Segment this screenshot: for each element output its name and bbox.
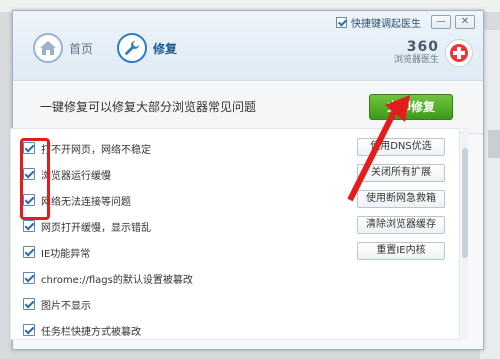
issue-checkbox[interactable] [23, 298, 35, 310]
issue-checkbox[interactable] [23, 194, 35, 206]
brand-logo: 360 浏览器医生 [394, 39, 473, 67]
issue-fix-button[interactable]: 清除浏览器缓存 [357, 216, 445, 234]
repair-description: 一键修复可以修复大部分浏览器常见问题 [40, 100, 257, 114]
issue-checkbox[interactable] [23, 168, 35, 180]
issue-checkbox[interactable] [23, 246, 35, 258]
repair-action-row: 一键修复可以修复大部分浏览器常见问题 立即修复 [13, 82, 483, 134]
wrench-icon [117, 33, 147, 63]
issue-row: chrome://flags的默认设置被篡改 [11, 265, 451, 291]
issue-fix-button[interactable]: 关闭所有扩展 [357, 164, 445, 182]
issue-label: 网页打开缓慢，显示错乱 [41, 223, 151, 234]
hotkey-checkbox[interactable] [336, 16, 347, 28]
issue-row: 打不开网页，网络不稳定 使用DNS优选 [11, 135, 451, 161]
issue-label: chrome://flags的默认设置被篡改 [41, 275, 193, 286]
issue-checkbox[interactable] [23, 324, 35, 336]
nav-repair-label: 修复 [153, 41, 178, 56]
issue-label: IE功能异常 [41, 249, 91, 260]
issue-row: IE功能异常 重置IE内核 [11, 239, 451, 265]
minimize-button[interactable]: — [431, 15, 451, 29]
issue-row: 任务栏快捷方式被篡改 [11, 317, 451, 339]
issue-checkbox[interactable] [23, 220, 35, 232]
issue-label: 浏览器运行缓慢 [41, 171, 111, 182]
issue-label: 打不开网页，网络不稳定 [41, 145, 151, 156]
issue-row: 网页打开缓慢，显示错乱 清除浏览器缓存 [11, 213, 451, 239]
title-bar-controls: 快捷键调起医生 — ✕ [336, 13, 475, 31]
issue-fix-button[interactable]: 使用DNS优选 [357, 138, 445, 156]
issue-fix-button[interactable]: 重置IE内核 [357, 242, 445, 260]
nav-repair[interactable]: 修复 [117, 33, 177, 63]
issue-row: 图片不显示 [11, 291, 451, 317]
issue-label: 图片不显示 [41, 301, 91, 312]
nav-home[interactable]: 首页 [33, 33, 93, 63]
issue-checkbox[interactable] [23, 142, 35, 154]
issue-label: 网络无法连接等问题 [41, 197, 131, 208]
home-icon [33, 33, 63, 63]
window-header: 快捷键调起医生 — ✕ 首页 修复 360 浏览器医生 [13, 11, 483, 81]
issue-checkbox[interactable] [23, 272, 35, 284]
issue-row: 浏览器运行缓慢 关闭所有扩展 [11, 161, 451, 187]
medical-cross-icon [445, 39, 473, 67]
issue-fix-button[interactable]: 使用断网急救箱 [357, 190, 445, 208]
issue-list: 打不开网页，网络不稳定 使用DNS优选浏览器运行缓慢 关闭所有扩展网络无法连接等问题… [10, 128, 460, 340]
scrollbar[interactable] [462, 128, 468, 340]
nav-home-label: 首页 [69, 41, 94, 56]
brand-subtitle: 浏览器医生 [393, 54, 439, 65]
side-tab [488, 130, 500, 158]
repair-now-button[interactable]: 立即修复 [369, 94, 453, 120]
issue-label: 任务栏快捷方式被篡改 [41, 327, 141, 338]
issue-row: 网络无法连接等问题 使用断网急救箱 [11, 187, 451, 213]
scrollbar-thumb[interactable] [462, 148, 468, 258]
brand-number: 360 [406, 39, 439, 56]
close-button[interactable]: ✕ [455, 15, 475, 29]
hotkey-checkbox-label: 快捷键调起医生 [351, 18, 421, 30]
